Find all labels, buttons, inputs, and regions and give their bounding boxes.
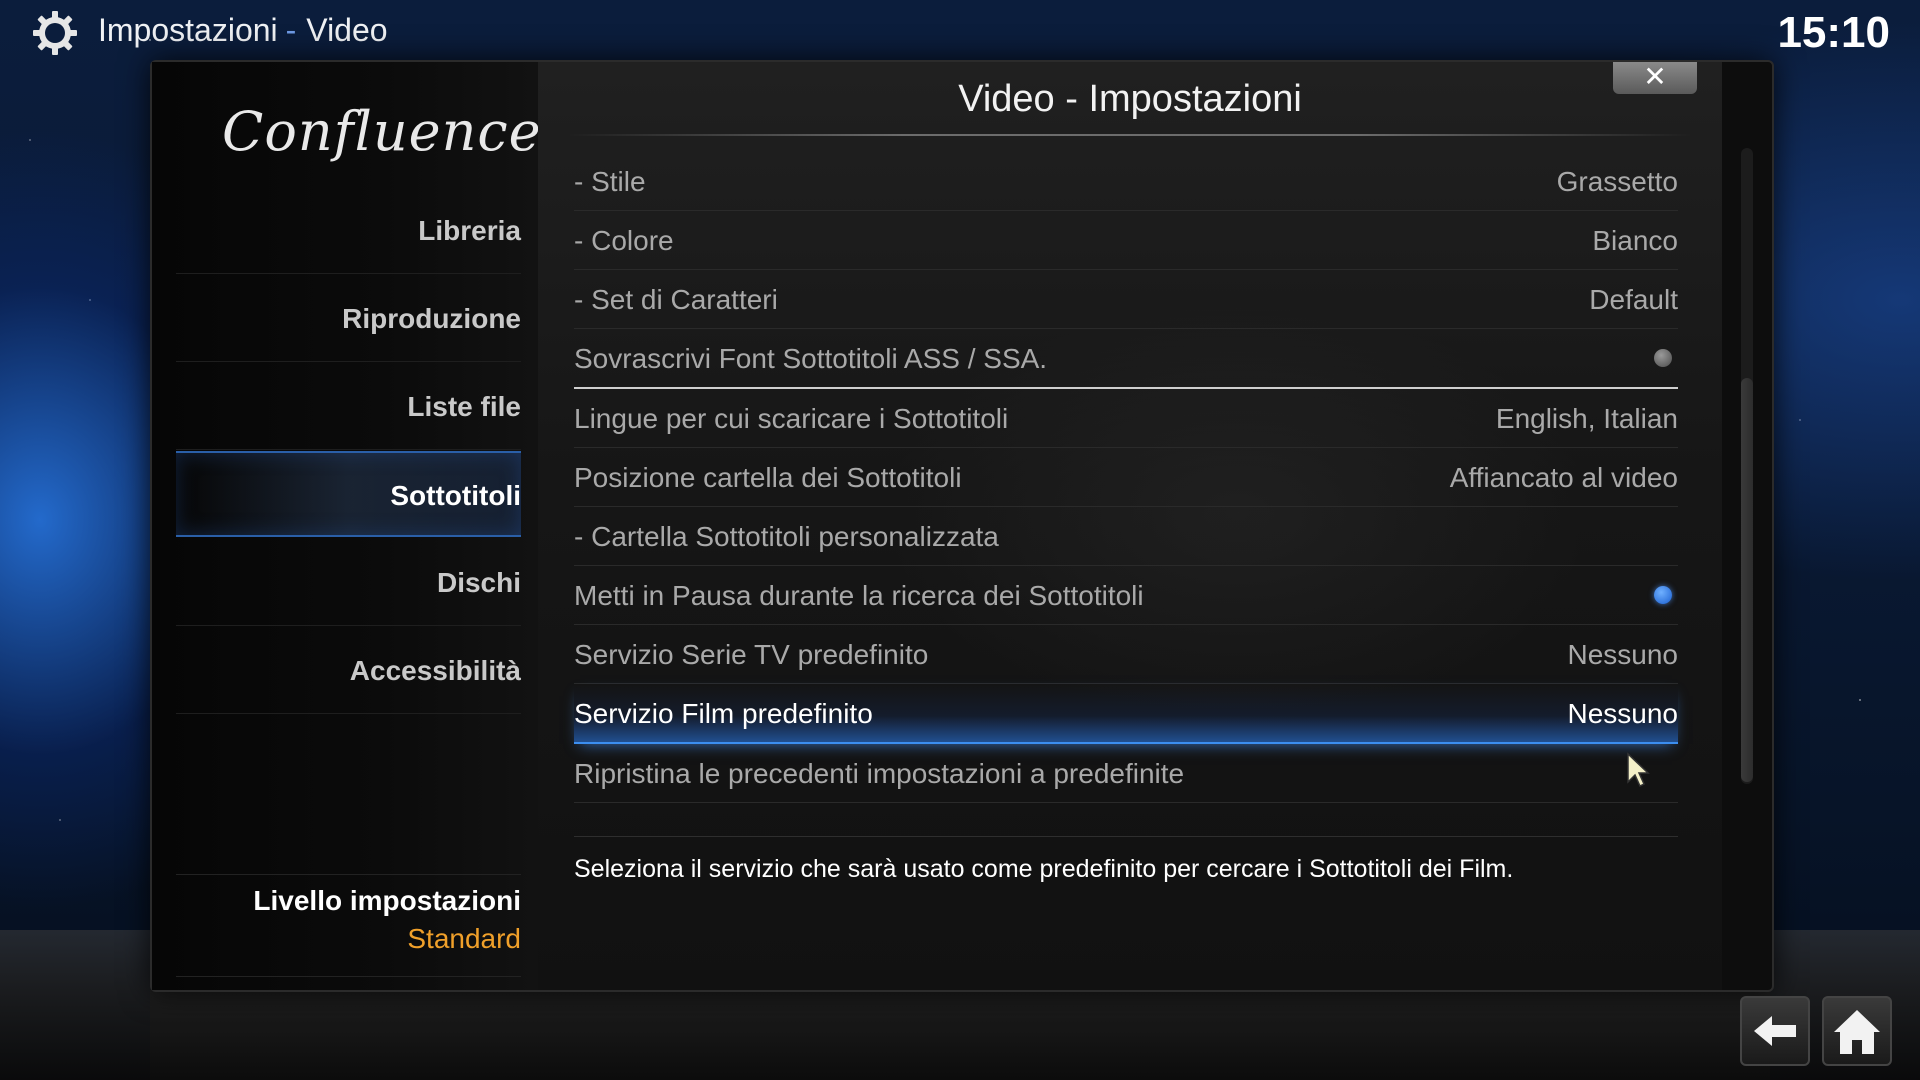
settings-content: Video - Impostazioni - Stile Grassetto -… <box>538 62 1722 990</box>
setting-label: - Cartella Sottotitoli personalizzata <box>574 521 999 552</box>
setting-label: Servizio Film predefinito <box>574 698 873 729</box>
setting-label: Lingue per cui scaricare i Sottotitoli <box>574 403 1009 434</box>
setting-value: English, Italian <box>1495 403 1678 434</box>
gear-icon <box>33 11 77 55</box>
setting-row-sovrascrivi-font[interactable]: Sovrascrivi Font Sottotitoli ASS / SSA. <box>574 329 1678 389</box>
setting-label: - Colore <box>574 225 674 256</box>
home-icon <box>1834 1010 1880 1054</box>
close-button[interactable]: ✕ <box>1613 62 1697 94</box>
sidebar-item-libreria[interactable]: Libreria <box>176 188 521 274</box>
setting-row-cartella-personalizzata[interactable]: - Cartella Sottotitoli personalizzata <box>574 507 1678 566</box>
setting-row-colore[interactable]: - Colore Bianco <box>574 211 1678 270</box>
sidebar-item-label: Libreria <box>418 215 521 246</box>
settings-level-label: Livello impostazioni <box>253 885 521 916</box>
setting-row-servizio-serie-tv[interactable]: Servizio Serie TV predefinito Nessuno <box>574 625 1678 684</box>
sidebar-item-label: Dischi <box>436 567 521 598</box>
settings-dialog: Confluence Libreria Riproduzione Liste f… <box>150 60 1774 992</box>
setting-row-pausa-ricerca[interactable]: Metti in Pausa durante la ricerca dei So… <box>574 566 1678 625</box>
toggle-radio[interactable] <box>1654 349 1672 367</box>
setting-label: Metti in Pausa durante la ricerca dei So… <box>574 580 1144 611</box>
divider <box>176 874 521 875</box>
setting-label: Servizio Serie TV predefinito <box>574 639 929 670</box>
title-section: Impostazioni <box>98 12 278 48</box>
title-separator: - <box>285 12 297 48</box>
scrollbar-thumb[interactable] <box>1741 378 1753 782</box>
setting-row-stile[interactable]: - Stile Grassetto <box>574 152 1678 211</box>
setting-row-servizio-film[interactable]: Servizio Film predefinito Nessuno <box>574 684 1678 744</box>
setting-label: - Stile <box>574 166 646 197</box>
setting-value: Grassetto <box>1556 166 1678 197</box>
toggle-radio[interactable] <box>1654 586 1672 604</box>
setting-row-lingue[interactable]: Lingue per cui scaricare i Sottotitoli E… <box>574 389 1678 448</box>
clock: 15:10 <box>1777 8 1890 57</box>
mouse-pointer-icon <box>1627 752 1650 788</box>
close-icon: ✕ <box>1643 61 1667 92</box>
setting-label: - Set di Caratteri <box>574 284 778 315</box>
setting-value: Affiancato al video <box>1449 462 1678 493</box>
description-divider <box>574 836 1678 837</box>
confluence-logo: Confluence <box>222 90 541 180</box>
back-arrow-icon <box>1754 1016 1796 1046</box>
setting-description: Seleziona il servizio che sarà usato com… <box>574 855 1514 883</box>
setting-value: Nessuno <box>1567 639 1678 670</box>
sidebar-item-label: Accessibilità <box>349 655 521 686</box>
setting-label: Sovrascrivi Font Sottotitoli ASS / SSA. <box>574 343 1048 374</box>
dialog-title: Video - Impostazioni <box>958 78 1302 120</box>
sidebar-item-accessibilita[interactable]: Accessibilità <box>176 628 521 714</box>
sidebar-item-sottotitoli[interactable]: Sottotitoli <box>176 451 521 537</box>
sidebar-item-dischi[interactable]: Dischi <box>176 540 521 626</box>
sidebar-item-riproduzione[interactable]: Riproduzione <box>176 276 521 362</box>
settings-level-value: Standard <box>407 923 521 954</box>
sidebar-item-label: Riproduzione <box>342 303 521 334</box>
scrollbar[interactable] <box>1741 148 1753 784</box>
bottom-panel <box>150 990 1770 1080</box>
sidebar-item-liste-file[interactable]: Liste file <box>176 364 521 450</box>
top-bar: Impostazioni - Video 15:10 <box>0 0 1920 62</box>
back-button[interactable] <box>1740 996 1810 1066</box>
settings-level-selector[interactable]: Livello impostazioni Standard <box>176 885 521 955</box>
sidebar-item-label: Sottotitoli <box>390 480 521 511</box>
setting-value: Nessuno <box>1567 698 1678 729</box>
setting-value: Bianco <box>1592 225 1678 256</box>
logo-text: Confluence <box>222 100 542 163</box>
divider <box>176 976 521 977</box>
sidebar-item-label: Liste file <box>407 391 521 422</box>
home-button[interactable] <box>1822 996 1892 1066</box>
sidebar: Confluence Libreria Riproduzione Liste f… <box>152 62 541 990</box>
title-divider <box>568 134 1692 136</box>
setting-value: Default <box>1589 284 1678 315</box>
setting-row-ripristina[interactable]: Ripristina le precedenti impostazioni a … <box>574 744 1678 803</box>
window-title: Impostazioni - Video <box>98 12 388 49</box>
title-subsection: Video <box>306 12 388 48</box>
setting-row-set-caratteri[interactable]: - Set di Caratteri Default <box>574 270 1678 329</box>
setting-row-posizione-cartella[interactable]: Posizione cartella dei Sottotitoli Affia… <box>574 448 1678 507</box>
setting-label: Posizione cartella dei Sottotitoli <box>574 462 962 493</box>
setting-label: Ripristina le precedenti impostazioni a … <box>574 758 1185 789</box>
